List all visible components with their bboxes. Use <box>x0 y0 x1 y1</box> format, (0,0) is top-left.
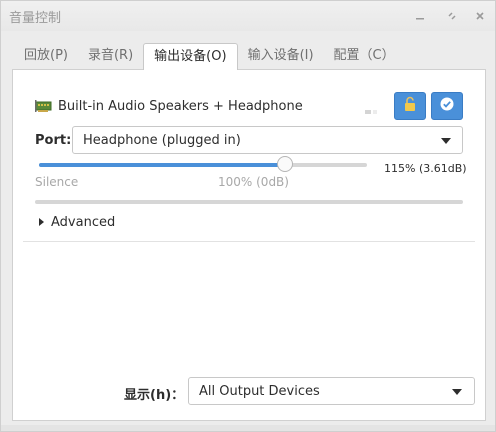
port-dropdown[interactable]: Headphone (plugged in) <box>72 126 463 154</box>
advanced-label: Advanced <box>51 214 116 230</box>
close-icon[interactable] <box>471 7 489 25</box>
volume-readout: 115% (3.61dB) <box>384 162 467 175</box>
restore-icon[interactable] <box>443 7 461 25</box>
checkmark-icon <box>440 97 454 115</box>
volume-control-window: 音量控制 回放(P) 录音(R) 输出设备(O) 输入设备(I) 配置（C） B… <box>0 0 496 432</box>
port-label: Port: <box>35 133 72 148</box>
tick-label-silence: Silence <box>35 175 79 189</box>
tab-input-devices[interactable]: 输入设备(I) <box>238 43 324 69</box>
divider <box>23 241 475 242</box>
expander-arrow-icon <box>39 218 44 226</box>
port-dropdown-value: Headphone (plugged in) <box>83 133 241 148</box>
tab-recording[interactable]: 录音(R) <box>78 43 143 69</box>
chevron-down-icon <box>452 389 462 395</box>
level-indicator-icon <box>365 103 379 114</box>
peak-level-meter <box>35 200 463 204</box>
lock-icon <box>403 96 417 116</box>
sound-card-icon <box>35 98 53 114</box>
tab-bar: 回放(P) 录音(R) 输出设备(O) 输入设备(I) 配置（C） <box>14 43 405 70</box>
lock-channels-button[interactable] <box>394 92 426 120</box>
device-name: Built-in Audio Speakers + Headphone <box>58 99 303 114</box>
volume-slider[interactable] <box>39 156 367 172</box>
volume-slider-fill <box>39 163 285 167</box>
window-title: 音量控制 <box>9 11 62 26</box>
chevron-down-icon <box>441 138 451 144</box>
advanced-expander[interactable]: Advanced <box>39 213 115 231</box>
show-filter-value: All Output Devices <box>199 384 320 399</box>
set-default-button[interactable] <box>431 92 463 120</box>
volume-slider-handle[interactable] <box>277 156 293 172</box>
tab-configuration[interactable]: 配置（C） <box>324 43 405 69</box>
show-filter-dropdown[interactable]: All Output Devices <box>188 377 475 405</box>
tick-label-100-percent: 100% (0dB) <box>218 175 289 189</box>
tab-playback[interactable]: 回放(P) <box>14 43 78 69</box>
minimize-icon[interactable] <box>411 7 429 25</box>
show-filter-label: 显示(h)： <box>124 388 185 403</box>
window-bottom-edge <box>1 425 495 431</box>
title-bar[interactable]: 音量控制 <box>1 1 495 31</box>
output-devices-panel: Built-in Audio Speakers + Headphone Port… <box>12 69 486 421</box>
tab-output-devices[interactable]: 输出设备(O) <box>143 43 238 70</box>
